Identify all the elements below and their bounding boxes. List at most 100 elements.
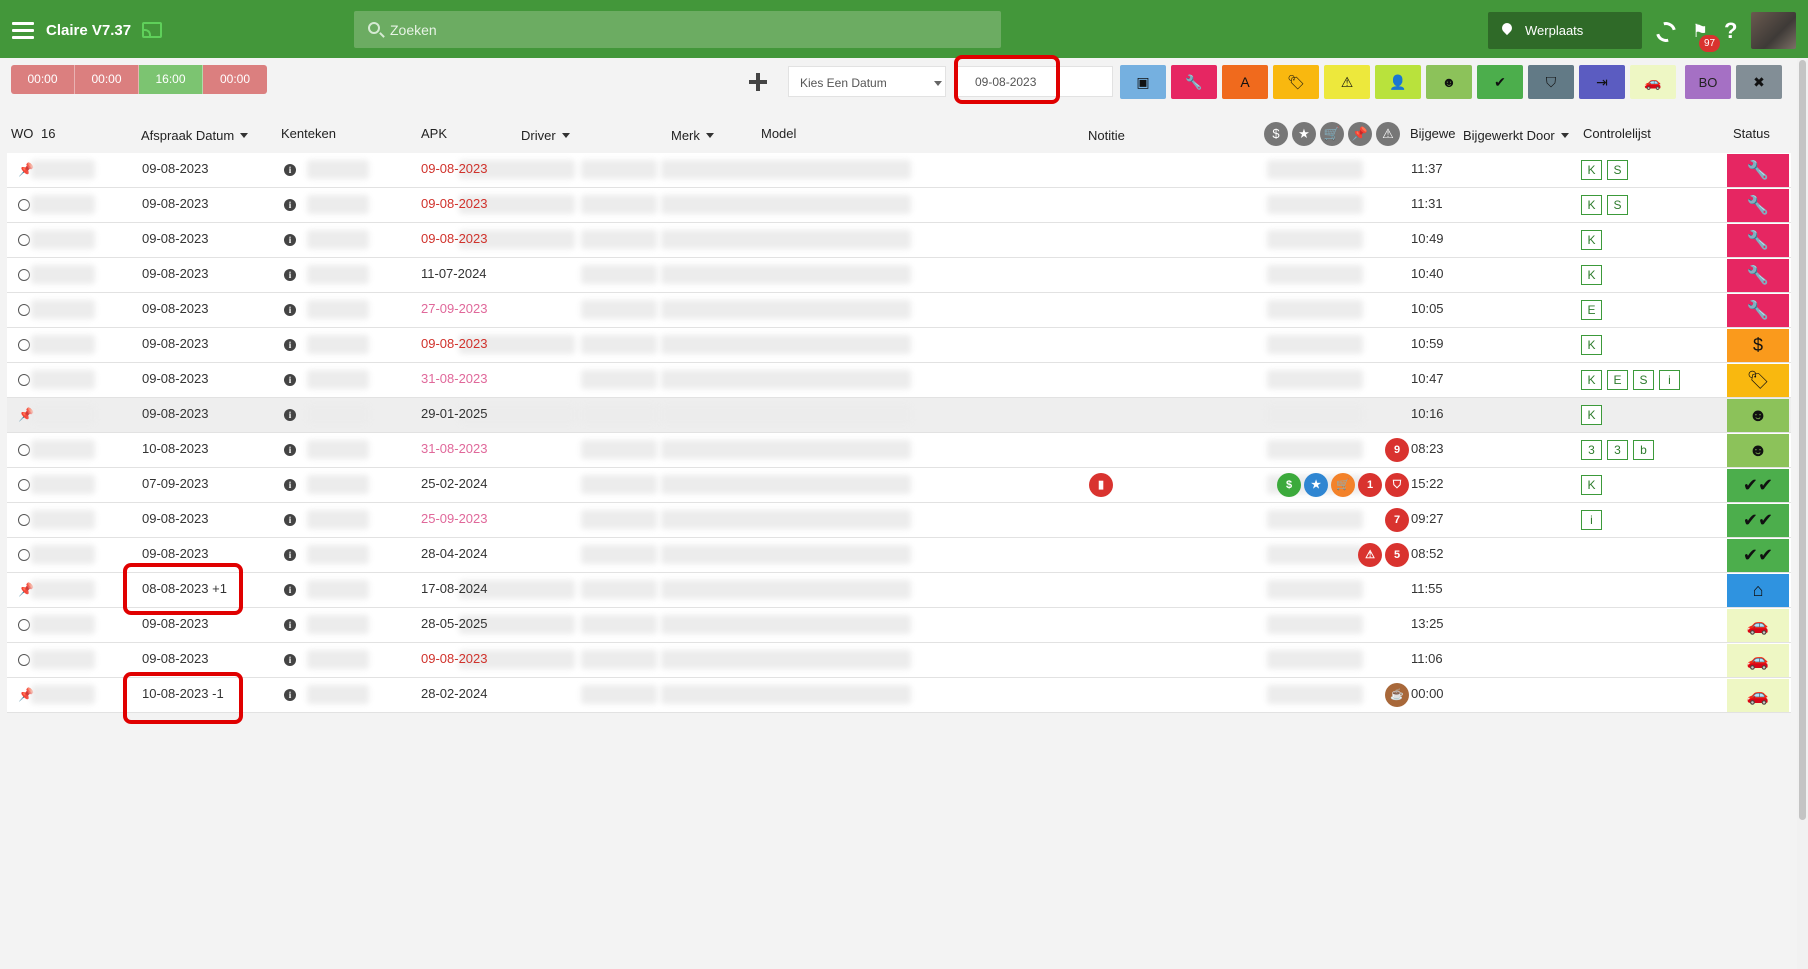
indicator-badge[interactable]: ☕ xyxy=(1385,683,1409,707)
indicator-badge[interactable]: 5 xyxy=(1385,543,1409,567)
indicator-badge[interactable]: $ xyxy=(1277,473,1301,497)
checklist-item[interactable]: K xyxy=(1581,475,1602,495)
menu-icon[interactable] xyxy=(12,22,34,40)
status-dollar[interactable]: $ xyxy=(1727,329,1789,362)
filter-wrench-button[interactable]: 🔧 xyxy=(1171,65,1217,99)
filter-smiley-button[interactable]: ☻ xyxy=(1426,65,1472,99)
status-double-check[interactable]: ✔✔ xyxy=(1727,504,1789,537)
pin-icon[interactable]: 📌 xyxy=(18,583,34,596)
checklist-item[interactable]: S xyxy=(1607,195,1628,215)
checklist-item[interactable]: K xyxy=(1581,335,1602,355)
date-field[interactable] xyxy=(957,66,1113,97)
filter-user-check-button[interactable]: 👤 xyxy=(1375,65,1421,99)
filter-close-circle-button[interactable]: ✖ xyxy=(1736,65,1782,99)
filter-shield-button[interactable]: ⛉ xyxy=(1528,65,1574,99)
status-wrench[interactable]: 🔧 xyxy=(1727,189,1789,222)
info-icon[interactable]: i xyxy=(284,619,296,631)
timer-4[interactable]: 00:00 xyxy=(203,65,267,94)
filter-calendar-button[interactable]: ▣ xyxy=(1120,65,1166,99)
checklist-item[interactable]: E xyxy=(1607,370,1628,390)
add-icon[interactable] xyxy=(748,72,768,92)
info-icon[interactable]: i xyxy=(284,654,296,666)
status-smiley[interactable]: ☻ xyxy=(1727,399,1789,432)
row-select-radio[interactable] xyxy=(18,479,30,491)
status-wrench[interactable]: 🔧 xyxy=(1727,259,1789,292)
info-icon[interactable]: i xyxy=(284,549,296,561)
filter-warning-button[interactable]: ⚠ xyxy=(1324,65,1370,99)
scrollbar-thumb[interactable] xyxy=(1799,60,1806,820)
checklist-item[interactable]: K xyxy=(1581,230,1602,250)
info-icon[interactable]: i xyxy=(284,479,296,491)
header-bijgewerkt-door[interactable]: Bijgewerkt Door xyxy=(1463,128,1569,143)
header-driver[interactable]: Driver xyxy=(521,128,570,143)
row-select-radio[interactable] xyxy=(18,514,30,526)
checklist-item[interactable]: K xyxy=(1581,160,1602,180)
table-row[interactable]: 09-08-2023 i 25-09-2023 7 09:27 i ✔✔ xyxy=(7,503,1791,538)
filter-tag-button[interactable]: 🏷 xyxy=(1273,65,1319,99)
status-smiley[interactable]: ☻ xyxy=(1727,434,1789,467)
info-icon[interactable]: i xyxy=(284,199,296,211)
scrollbar[interactable] xyxy=(1797,58,1808,969)
indicator-badge[interactable]: 🛒 xyxy=(1331,473,1355,497)
checklist-item[interactable]: i xyxy=(1581,510,1602,530)
status-wrench[interactable]: 🔧 xyxy=(1727,154,1789,187)
timer-3[interactable]: 16:00 xyxy=(139,65,203,94)
table-row[interactable]: 09-08-2023 i 09-08-2023 11:31 K S 🔧 xyxy=(7,188,1791,223)
row-select-radio[interactable] xyxy=(18,269,30,281)
checklist-item[interactable]: S xyxy=(1633,370,1654,390)
info-icon[interactable]: i xyxy=(284,584,296,596)
table-row[interactable]: 10-08-2023 i 31-08-2023 9 08:23 3 3 b ☻ xyxy=(7,433,1791,468)
indicator-badge[interactable]: ★ xyxy=(1304,473,1328,497)
info-icon[interactable]: i xyxy=(284,269,296,281)
info-icon[interactable]: i xyxy=(284,514,296,526)
table-row[interactable]: 📌 10-08-2023 -1 i 28-02-2024 ☕ 00:00 🚗 xyxy=(7,678,1791,713)
timer-2[interactable]: 00:00 xyxy=(75,65,139,94)
filter-sign-out-button[interactable]: ⇥ xyxy=(1579,65,1625,99)
row-select-radio[interactable] xyxy=(18,444,30,456)
checklist-item[interactable]: 3 xyxy=(1581,440,1602,460)
table-row[interactable]: 09-08-2023 i 28-05-2025 13:25 🚗 xyxy=(7,608,1791,643)
info-icon[interactable]: i xyxy=(284,444,296,456)
row-select-radio[interactable] xyxy=(18,619,30,631)
info-icon[interactable]: i xyxy=(284,304,296,316)
status-car[interactable]: 🚗 xyxy=(1727,679,1789,712)
table-row[interactable]: 📌 08-08-2023 +1 i 17-08-2024 11:55 ⌂ xyxy=(7,573,1791,608)
filter-car-button[interactable]: 🚗 xyxy=(1630,65,1676,99)
indicator-badge[interactable]: 7 xyxy=(1385,508,1409,532)
status-tag[interactable]: 🏷 xyxy=(1727,364,1789,397)
row-select-radio[interactable] xyxy=(18,549,30,561)
checklist-item[interactable]: K xyxy=(1581,405,1602,425)
status-wrench[interactable]: 🔧 xyxy=(1727,294,1789,327)
info-icon[interactable]: i xyxy=(284,164,296,176)
header-merk[interactable]: Merk xyxy=(671,128,714,143)
filter-double-check-button[interactable]: ✔ xyxy=(1477,65,1523,99)
pin-icon[interactable]: 📌 xyxy=(18,408,34,421)
timer-1[interactable]: 00:00 xyxy=(11,65,75,94)
row-select-radio[interactable] xyxy=(18,374,30,386)
status-car[interactable]: 🚗 xyxy=(1727,644,1789,677)
row-select-radio[interactable] xyxy=(18,199,30,211)
status-double-check[interactable]: ✔✔ xyxy=(1727,539,1789,572)
row-select-radio[interactable] xyxy=(18,234,30,246)
pin-icon[interactable]: 📌 xyxy=(18,163,34,176)
help-icon[interactable]: ? xyxy=(1724,18,1737,44)
filter-letter-a-button[interactable]: A xyxy=(1222,65,1268,99)
row-select-radio[interactable] xyxy=(18,654,30,666)
checklist-item[interactable]: K xyxy=(1581,195,1602,215)
pin-icon[interactable]: 📌 xyxy=(18,688,34,701)
checklist-item[interactable]: 3 xyxy=(1607,440,1628,460)
location-selector[interactable]: Werplaats xyxy=(1488,12,1642,49)
info-icon[interactable]: i xyxy=(284,689,296,701)
note-icon[interactable]: ▮ xyxy=(1089,473,1113,497)
info-icon[interactable]: i xyxy=(284,339,296,351)
checklist-item[interactable]: K xyxy=(1581,265,1602,285)
indicator-badge[interactable]: ⚠ xyxy=(1358,543,1382,567)
info-icon[interactable]: i xyxy=(284,234,296,246)
checklist-item[interactable]: b xyxy=(1633,440,1654,460)
indicator-badge[interactable]: 9 xyxy=(1385,438,1409,462)
table-row[interactable]: 09-08-2023 i 09-08-2023 11:06 🚗 xyxy=(7,643,1791,678)
avatar[interactable] xyxy=(1751,12,1796,49)
date-choice-select[interactable]: Kies Een Datum xyxy=(788,66,946,97)
indicator-badge[interactable]: ⛉ xyxy=(1385,473,1409,497)
checklist-item[interactable]: i xyxy=(1659,370,1680,390)
